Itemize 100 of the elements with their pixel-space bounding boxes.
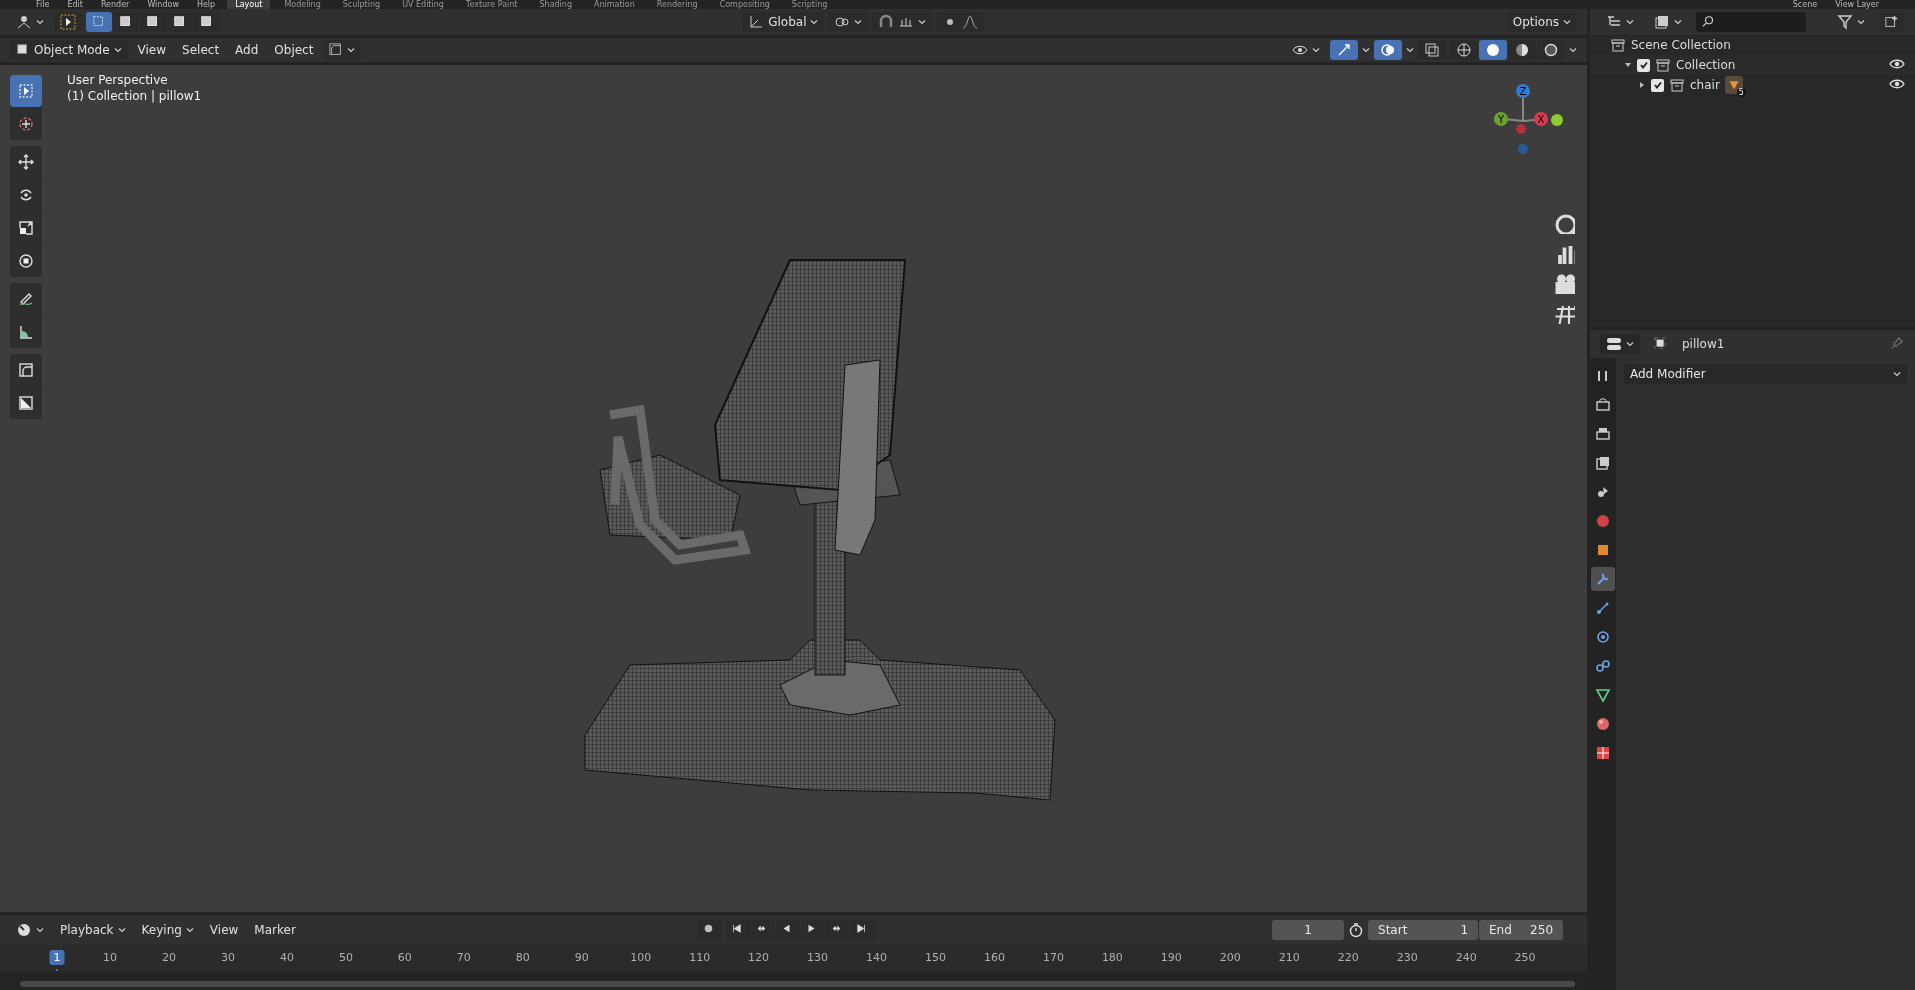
curve-icon xyxy=(18,362,34,378)
scene-selector[interactable]: Scene xyxy=(1786,0,1824,9)
object-tab-icon xyxy=(1595,542,1611,558)
view-layer-selector[interactable]: View Layer xyxy=(1829,0,1885,9)
selection-mode-icon xyxy=(92,15,106,29)
selection-mode-icon xyxy=(173,15,187,29)
material-shading-button[interactable] xyxy=(1508,40,1536,60)
caret-icon xyxy=(36,926,44,934)
search-field[interactable] xyxy=(1696,12,1806,32)
checkbox[interactable] xyxy=(1637,58,1650,72)
caret-icon xyxy=(36,18,44,26)
snap-dropdown[interactable] xyxy=(872,12,933,32)
new-collection-button[interactable] xyxy=(1879,12,1905,32)
solid-shading-button[interactable] xyxy=(1479,40,1507,60)
workspace-tab[interactable]: Rendering xyxy=(648,0,706,9)
menu-item[interactable]: Help xyxy=(190,0,222,9)
object-icon xyxy=(1654,337,1668,351)
play-reverse-button[interactable] xyxy=(776,920,801,940)
jump-end-button[interactable] xyxy=(851,920,876,940)
selection-mode-button[interactable] xyxy=(113,12,139,32)
render-tab-icon xyxy=(1595,397,1611,413)
overlay-toggle[interactable] xyxy=(1374,40,1402,60)
current-frame-marker: 1 xyxy=(49,950,65,965)
pin-icon xyxy=(1891,337,1905,351)
workspace-tab[interactable]: UV Editing xyxy=(394,0,452,9)
gizmo-toggle[interactable] xyxy=(1330,40,1358,60)
current-frame-field[interactable]: 1 xyxy=(1272,920,1344,940)
caret-icon xyxy=(1312,46,1320,54)
menu-item[interactable]: File xyxy=(30,0,56,9)
texture-tab-icon xyxy=(1595,745,1611,761)
proportional-edit-button[interactable] xyxy=(936,12,985,32)
gizmo-y-axis-handle[interactable]: Y xyxy=(1494,112,1508,126)
overlay-icon xyxy=(1380,42,1396,58)
gizmo-x-axis-handle[interactable]: X xyxy=(1534,112,1548,126)
caret-icon xyxy=(918,18,927,26)
workspace-tab[interactable]: Scripting xyxy=(783,0,836,9)
scrollbar[interactable] xyxy=(20,981,1575,987)
workspace-tab[interactable]: Modeling xyxy=(276,0,329,9)
gizmo-negative-z-handle[interactable] xyxy=(1518,144,1528,154)
material-shading-icon xyxy=(1514,42,1530,58)
frame-number: 60 xyxy=(396,950,413,965)
menu-item[interactable]: Window xyxy=(141,0,185,9)
workspace-tab[interactable]: Compositing xyxy=(711,0,778,9)
selection-mode-button[interactable] xyxy=(140,12,166,32)
solid-shading-icon xyxy=(1485,42,1501,58)
checkbox[interactable] xyxy=(1651,78,1664,92)
modifier-tab[interactable] xyxy=(1591,567,1615,591)
prev-keyframe-button[interactable] xyxy=(751,920,776,940)
3d-viewport[interactable]: User Perspective (1) Collection | pillow1 Z Y X xyxy=(0,65,1587,912)
workspace-tab[interactable]: Texture Paint xyxy=(457,0,526,9)
workspace-tab[interactable]: Shading xyxy=(531,0,580,9)
menu-item[interactable]: Render xyxy=(94,0,136,9)
pivot-icon xyxy=(834,14,851,30)
xray-toggle[interactable] xyxy=(1418,40,1446,60)
next-keyframe-button[interactable] xyxy=(826,920,851,940)
frame-number: 40 xyxy=(278,950,295,965)
play-button[interactable] xyxy=(801,920,826,940)
view-layer-tab-icon xyxy=(1595,455,1611,471)
options-dropdown[interactable]: Options xyxy=(1506,12,1577,32)
mode-dropdown[interactable]: Object Mode xyxy=(10,40,128,60)
new-collection-icon xyxy=(1885,15,1899,29)
start-frame-field[interactable]: Start 1 xyxy=(1368,920,1478,940)
editor-type-button[interactable] xyxy=(1600,334,1640,354)
jump-start-button[interactable] xyxy=(726,920,751,940)
workspace-tab[interactable]: Animation xyxy=(586,0,643,9)
pivot-dropdown[interactable] xyxy=(828,12,869,32)
viewport-icon xyxy=(16,14,32,30)
magnet-icon xyxy=(878,14,895,30)
curve-square-icon xyxy=(329,43,344,57)
gizmo-negative-x-handle[interactable] xyxy=(1551,114,1563,126)
select-box-icon xyxy=(18,83,34,99)
wireframe-shading-button[interactable] xyxy=(1450,40,1478,60)
orientation-dropdown[interactable]: Global xyxy=(742,12,825,32)
world-tab-icon xyxy=(1595,513,1611,529)
transform-gizmo-dropdown[interactable] xyxy=(323,40,362,60)
add-modifier-dropdown[interactable]: Add Modifier xyxy=(1624,364,1907,384)
frame-number: 90 xyxy=(573,950,590,965)
selection-mode-button[interactable] xyxy=(194,12,220,32)
frame-number: 240 xyxy=(1454,950,1478,965)
frame-number: 120 xyxy=(747,950,771,965)
workspace-tab[interactable]: Layout xyxy=(227,0,271,9)
selection-mode-button[interactable] xyxy=(167,12,193,32)
workspace-tab[interactable]: Sculpting xyxy=(334,0,389,9)
outliner-item-label[interactable]: chair xyxy=(1690,78,1720,92)
menu-item[interactable]: Edit xyxy=(61,0,89,9)
expanded-arrow-icon xyxy=(1624,61,1632,69)
end-frame-field[interactable]: End 250 xyxy=(1479,920,1563,940)
caret-icon xyxy=(117,926,126,934)
falloff-curve-icon xyxy=(962,14,979,30)
outliner-item-label[interactable]: Scene Collection xyxy=(1631,38,1731,52)
gizmo-z-axis-handle[interactable]: Z xyxy=(1516,84,1530,98)
output-tab-icon xyxy=(1595,426,1611,442)
record-button[interactable] xyxy=(698,920,723,940)
viewport-info-text: User Perspective xyxy=(67,73,169,87)
tool-button[interactable] xyxy=(54,12,82,32)
gizmo-negative-y-handle[interactable] xyxy=(1516,124,1526,134)
frame-number: 80 xyxy=(514,950,531,965)
outliner-item-label[interactable]: Collection xyxy=(1676,58,1736,72)
select-box-tool-button[interactable] xyxy=(10,75,42,107)
rendered-shading-button[interactable] xyxy=(1537,40,1565,60)
